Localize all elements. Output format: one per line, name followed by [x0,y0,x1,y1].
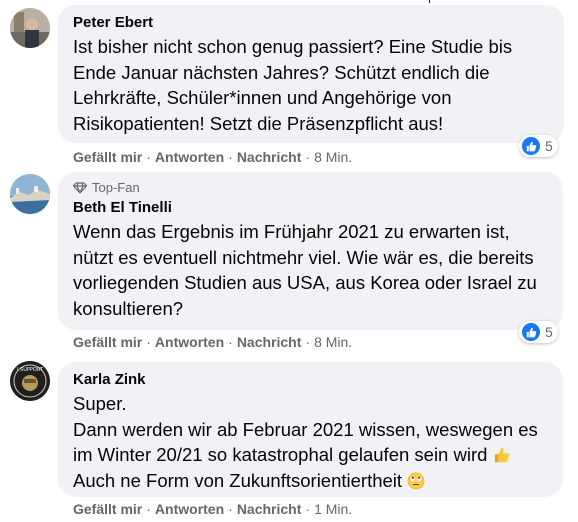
comment-text-line: Ist bisher nicht schon genug passiert? E… [73,36,513,57]
comment-text-line: Dann werden wir ab Februar 2021 wissen, … [73,418,538,440]
avatar-photo [10,174,50,214]
comment-text: Wenn das Ergebnis im Frühjahr 2021 zu er… [73,219,549,321]
comment-bubble: Karla Zink Super. Dann werden wir ab Feb… [58,362,563,497]
comment-text: Super. Dann werden wir ab Februar 2021 w… [73,391,549,493]
comment-author[interactable]: Karla Zink [73,370,549,390]
reply-button[interactable]: Antworten [155,334,224,350]
separator-dot: · [228,501,233,517]
comment-text-line: vorliegenden Studien aus USA, aus Korea … [73,272,537,293]
comment-bubble: Top-Fan Beth El Tinelli Wenn das Ergebni… [58,172,563,330]
reaction-count: 5 [545,138,553,154]
top-fan-badge[interactable]: Top-Fan [73,180,549,195]
comment-text-segment: im Winter 20/21 so katastrophal gelaufen… [73,444,488,465]
comment-text-line: konsultieren? [73,297,184,319]
separator-dot: · [228,149,233,165]
comment-text-line-with-emoji: im Winter 20/21 so katastrophal gelaufen… [73,442,549,468]
reply-button[interactable]: Antworten [155,149,224,165]
comment-text-segment: Auch ne Form von Zukunftsorientiertheit [73,469,403,491]
comment-bubble: Peter Ebert Ist bisher nicht schon genug… [58,5,564,143]
separator-dot: · [146,501,151,517]
comment-actions: Gefällt mir · Antworten · Nachricht · 8 … [73,334,352,350]
diamond-icon [73,181,87,194]
like-button[interactable]: Gefällt mir [73,501,142,517]
like-button[interactable]: Gefällt mir [73,149,142,165]
thumbs-up-emoji [494,447,509,463]
separator-dot: · [305,501,311,517]
like-icon [522,137,540,155]
avatar-logo: I SUPPORT [10,361,50,401]
comment-text-line: Super. [73,393,127,414]
comment-actions: Gefällt mir · Antworten · Nachricht · 8 … [73,149,352,165]
separator-dot: · [228,334,233,350]
comment-text-line: nützt es eventuell nichtmehr viel. Wie w… [73,246,534,268]
avatar-logo-text: I SUPPORT [17,367,44,373]
comment-timestamp[interactable]: 8 Min. [314,149,352,165]
reply-button[interactable]: Antworten [155,501,224,517]
separator-dot: · [146,149,151,165]
reaction-summary[interactable]: 5 [519,135,558,157]
separator-dot: · [305,149,311,165]
rolling-eyes-emoji [407,472,425,489]
top-fan-label: Top-Fan [92,180,140,195]
comment-actions: Gefällt mir · Antworten · Nachricht · 1 … [73,501,352,517]
comment-text-line-with-emoji: Auch ne Form von Zukunftsorientiertheit [73,468,549,494]
comment-text-line: Ende Januar nächsten Jahres? Schützt end… [73,61,490,83]
comment-timestamp[interactable]: 1 Min. [314,501,352,517]
message-button[interactable]: Nachricht [237,334,302,350]
comment-text-line: Risikopatienten! Setzt die Präsenzpflich… [73,112,444,134]
reaction-count: 5 [545,324,553,340]
like-button[interactable]: Gefällt mir [73,334,142,350]
comment-text-line: Lehrkräfte, Schüler*innen und Angehörige… [73,87,452,108]
message-button[interactable]: Nachricht [237,149,302,165]
comment-text-line: Wenn das Ergebnis im Frühjahr 2021 zu er… [73,221,510,242]
like-icon [522,323,540,341]
message-button[interactable]: Nachricht [237,501,302,517]
comment-timestamp[interactable]: 8 Min. [314,334,352,350]
avatar[interactable]: I SUPPORT [10,361,50,401]
separator-dot: · [305,334,311,350]
avatar-photo [10,8,50,48]
reaction-summary[interactable]: 5 [519,321,558,343]
separator-dot: · [146,334,151,350]
comment-author[interactable]: Beth El Tinelli [73,198,549,218]
avatar[interactable] [10,174,50,214]
avatar[interactable] [10,8,50,48]
comment-author[interactable]: Peter Ebert [73,13,550,33]
comment-text: Ist bisher nicht schon genug passiert? E… [73,34,550,136]
